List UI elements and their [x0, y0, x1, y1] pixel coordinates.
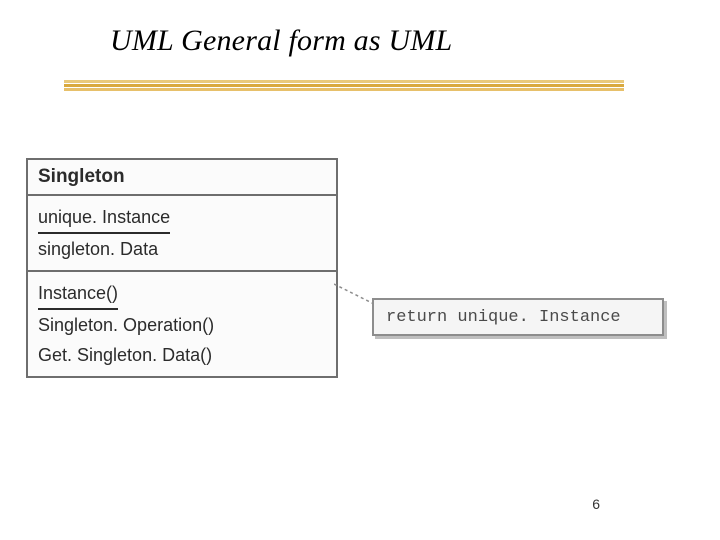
title-underline	[64, 80, 624, 96]
slide-title: UML General form as UML	[110, 24, 452, 58]
uml-operation: Get. Singleton. Data()	[38, 340, 326, 370]
uml-attribute-label: singleton. Data	[38, 239, 158, 259]
uml-note-text: return unique. Instance	[386, 308, 621, 327]
uml-operation: Instance()	[38, 278, 326, 310]
uml-attribute: singleton. Data	[38, 234, 326, 264]
uml-operation-label: Get. Singleton. Data()	[38, 345, 212, 365]
uml-operation-static: Instance()	[38, 278, 118, 310]
uml-name-compartment: Singleton	[28, 160, 336, 196]
uml-class-name: Singleton	[38, 166, 125, 187]
uml-note: return unique. Instance	[372, 298, 664, 336]
uml-operation: Singleton. Operation()	[38, 310, 326, 340]
uml-attributes-compartment: unique. Instance singleton. Data	[28, 196, 336, 272]
page-number: 6	[592, 496, 600, 512]
slide: UML General form as UML Singleton unique…	[0, 0, 720, 540]
uml-class-box: Singleton unique. Instance singleton. Da…	[26, 158, 338, 378]
uml-operation-label: Singleton. Operation()	[38, 315, 214, 335]
uml-attribute: unique. Instance	[38, 202, 326, 234]
uml-attribute-static: unique. Instance	[38, 202, 170, 234]
uml-operations-compartment: Instance() Singleton. Operation() Get. S…	[28, 272, 336, 376]
